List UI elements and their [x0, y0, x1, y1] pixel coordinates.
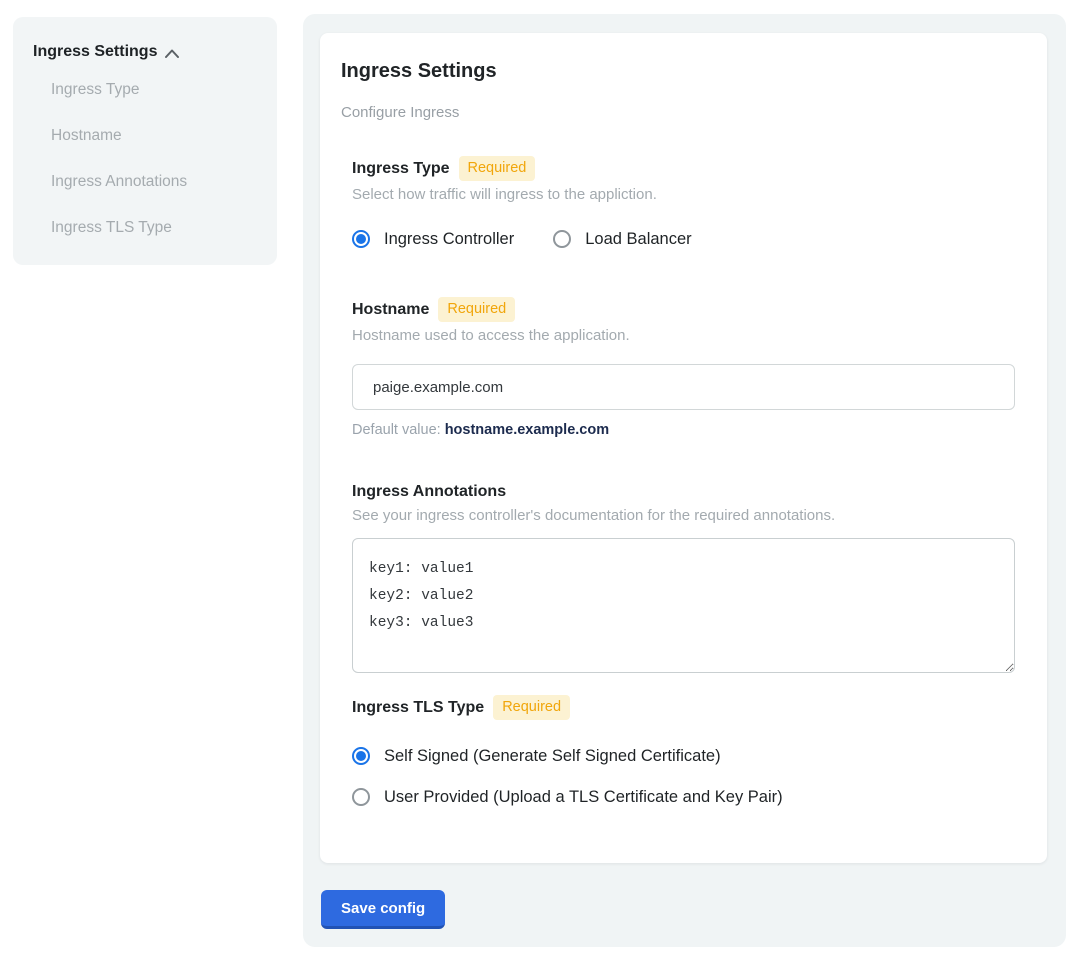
radio-self-signed[interactable]: Self Signed (Generate Self Signed Certif…: [352, 747, 1015, 765]
tls-type-radio-group: Self Signed (Generate Self Signed Certif…: [352, 747, 1015, 806]
chevron-up-icon: [165, 49, 179, 58]
ingress-annotations-label: Ingress Annotations: [352, 482, 506, 502]
required-badge: Required: [493, 695, 570, 720]
sidebar-item-ingress-tls-type[interactable]: Ingress TLS Type: [33, 219, 257, 237]
sidebar-item-ingress-type[interactable]: Ingress Type: [33, 81, 257, 99]
section-ingress-tls-type: Ingress TLS Type Required Self Signed (G…: [352, 695, 1015, 806]
radio-ingress-controller[interactable]: Ingress Controller: [352, 230, 514, 248]
radio-selected-icon: [352, 230, 370, 248]
required-badge: Required: [459, 156, 536, 181]
card-title: Ingress Settings: [341, 59, 1015, 83]
ingress-type-description: Select how traffic will ingress to the a…: [352, 185, 1015, 205]
sidebar-group-label: Ingress Settings: [33, 43, 157, 61]
radio-ingress-controller-label: Ingress Controller: [384, 230, 514, 248]
radio-load-balancer[interactable]: Load Balancer: [553, 230, 691, 248]
ingress-type-label: Ingress Type: [352, 159, 450, 179]
ingress-tls-type-label: Ingress TLS Type: [352, 698, 484, 718]
sidebar-item-ingress-annotations[interactable]: Ingress Annotations: [33, 173, 257, 191]
default-value-prefix: Default value:: [352, 422, 445, 438]
radio-unselected-icon: [352, 788, 370, 806]
radio-self-signed-label: Self Signed (Generate Self Signed Certif…: [384, 747, 721, 765]
sidebar-nav: Ingress Type Hostname Ingress Annotation…: [33, 81, 257, 237]
section-ingress-annotations: Ingress Annotations See your ingress con…: [352, 482, 1015, 673]
settings-panel: Ingress Settings Configure Ingress Ingre…: [303, 14, 1066, 947]
hostname-description: Hostname used to access the application.: [352, 326, 1015, 346]
sidebar-item-hostname[interactable]: Hostname: [33, 127, 257, 145]
required-badge: Required: [438, 297, 515, 322]
ingress-settings-card: Ingress Settings Configure Ingress Ingre…: [320, 33, 1047, 863]
section-hostname: Hostname Required Hostname used to acces…: [352, 297, 1015, 439]
sidebar-group-ingress-settings[interactable]: Ingress Settings: [33, 43, 257, 61]
radio-user-provided-label: User Provided (Upload a TLS Certificate …: [384, 788, 783, 806]
ingress-type-radio-group: Ingress Controller Load Balancer: [352, 230, 1015, 248]
default-value-text: hostname.example.com: [445, 422, 609, 438]
sidebar: Ingress Settings Ingress Type Hostname I…: [13, 17, 277, 265]
ingress-annotations-description: See your ingress controller's documentat…: [352, 506, 1015, 526]
section-ingress-type: Ingress Type Required Select how traffic…: [352, 156, 1015, 248]
ingress-annotations-textarea[interactable]: key1: value1 key2: value2 key3: value3: [352, 538, 1015, 673]
radio-user-provided[interactable]: User Provided (Upload a TLS Certificate …: [352, 788, 1015, 806]
radio-unselected-icon: [553, 230, 571, 248]
save-config-button[interactable]: Save config: [321, 890, 445, 929]
radio-selected-icon: [352, 747, 370, 765]
radio-load-balancer-label: Load Balancer: [585, 230, 691, 248]
hostname-input[interactable]: [352, 364, 1015, 410]
hostname-label: Hostname: [352, 300, 429, 320]
hostname-default-helper: Default value: hostname.example.com: [352, 421, 1015, 439]
card-subtitle: Configure Ingress: [341, 104, 1015, 122]
